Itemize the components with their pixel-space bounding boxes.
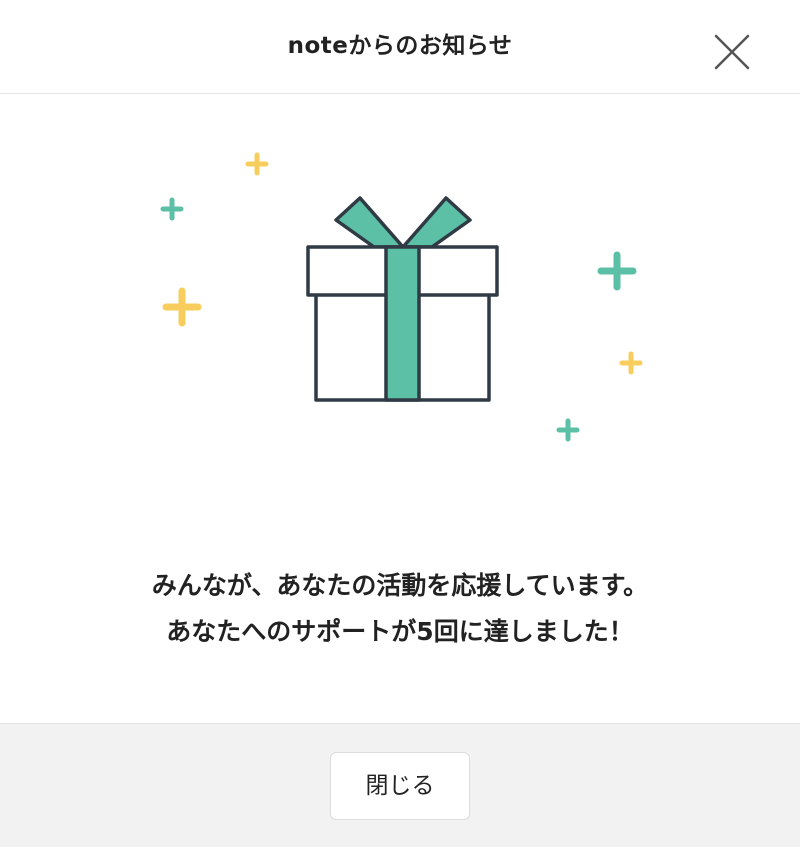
- close-button[interactable]: 閉じる: [330, 752, 470, 820]
- sparkle-icon: [160, 197, 184, 221]
- modal-header: noteからのお知らせ: [0, 0, 800, 94]
- message-line-2: あなたへのサポートが5回に達しました！: [166, 617, 634, 646]
- sparkle-icon: [556, 418, 580, 442]
- sparkle-icon: [619, 351, 643, 375]
- modal-title: noteからのお知らせ: [287, 33, 513, 59]
- sparkle-icon: [597, 251, 637, 291]
- gift-box: [306, 196, 499, 402]
- sparkle-icon: [162, 287, 202, 327]
- modal-footer: 閉じる: [0, 723, 800, 847]
- gift-box-icon: [160, 152, 643, 442]
- support-message: みんなが、あなたの活動を応援しています。 あなたへのサポートが5回に達しました！: [0, 563, 800, 655]
- notification-modal: noteからのお知らせ みんなが、あなたの活動を応援しています。 あなたへのサポ…: [0, 0, 800, 847]
- gift-illustration: [0, 94, 800, 494]
- close-x-button[interactable]: [708, 28, 756, 76]
- message-line-1: みんなが、あなたの活動を応援しています。: [151, 571, 649, 600]
- close-icon: [714, 34, 750, 70]
- sparkle-icon: [245, 152, 269, 176]
